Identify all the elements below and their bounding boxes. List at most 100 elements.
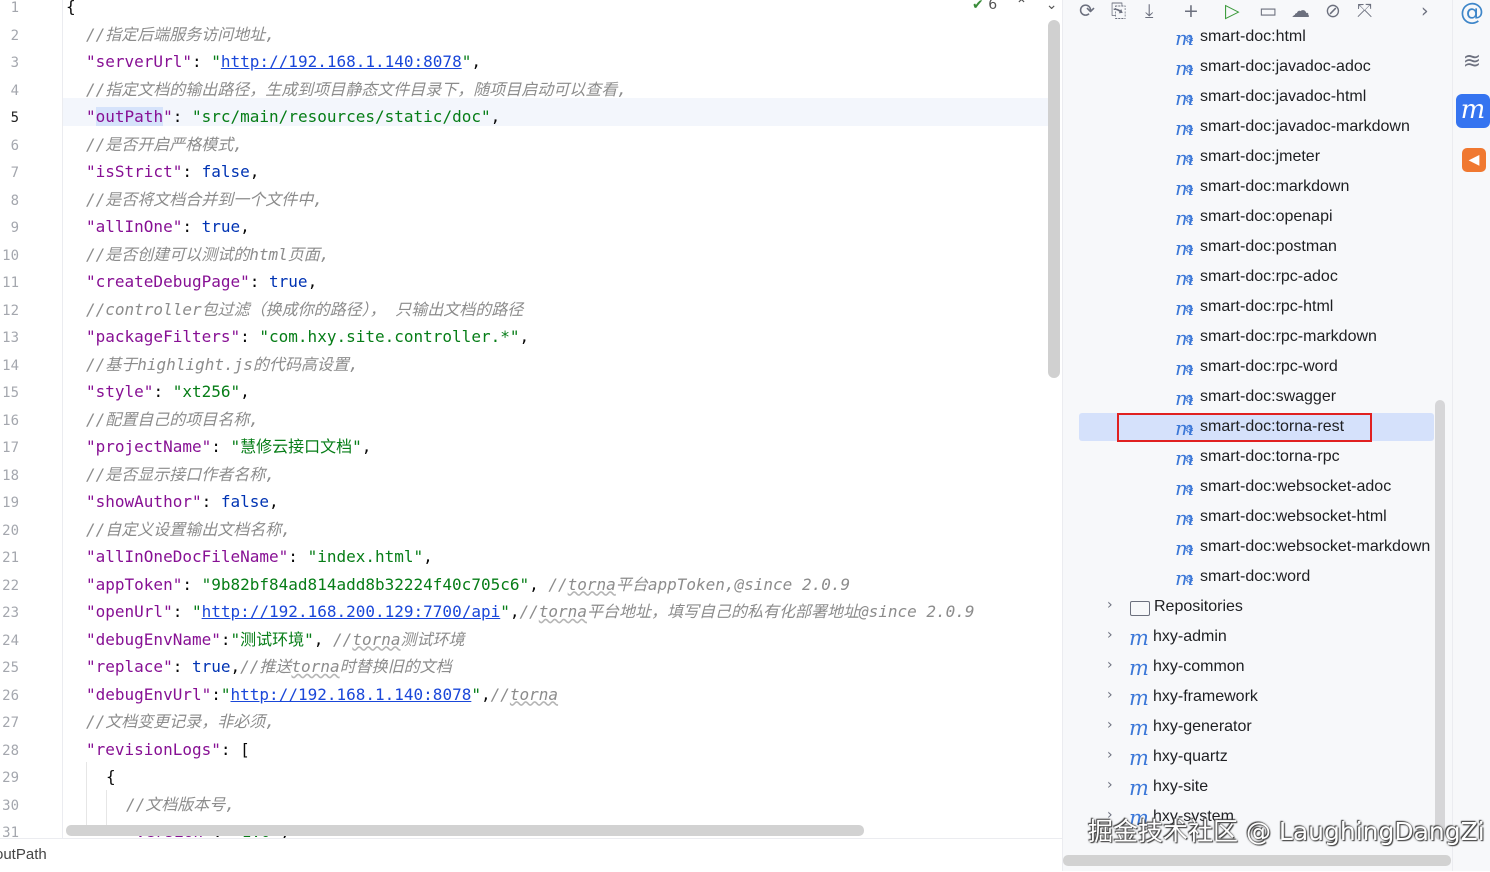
collapse-icon[interactable]: ⤧ (1357, 0, 1372, 22)
chevron-right-icon[interactable]: › (1107, 687, 1113, 703)
line-number[interactable]: 8 (0, 191, 19, 211)
code-line[interactable]: "isStrict": false, (86, 162, 259, 182)
tree-item-goal[interactable]: m ⚙ smart-doc:rpc-adoc (1063, 263, 1433, 293)
tree-item-goal[interactable]: m ⚙ smart-doc:swagger (1063, 383, 1433, 413)
code-editor[interactable]: 1 2 3 4 5 6 7 8 9 10 11 12 13 14 15 16 17 18 19 20 21 22 23 24 2… (0, 0, 1062, 838)
add-icon[interactable]: + (1183, 0, 1199, 22)
generate-sources-icon[interactable]: ⎘ (1111, 0, 1126, 22)
code-line[interactable]: { (106, 767, 116, 787)
line-number[interactable]: 30 (0, 796, 19, 816)
code-line[interactable]: //是否显示接口作者名称, (86, 465, 275, 485)
code-line[interactable]: //指定文档的输出路径，生成到项目静态文件目录下，随项目启动可以查看, (86, 80, 627, 100)
tree-item-goal[interactable]: m ⚙ smart-doc:websocket-html (1063, 503, 1433, 533)
line-number[interactable]: 19 (0, 493, 19, 513)
code-line[interactable]: //文档版本号, (126, 795, 235, 815)
code-line[interactable]: { (66, 0, 76, 17)
tree-item-module[interactable]: › m hxy-common (1063, 653, 1433, 683)
tree-item-repositories[interactable]: › Repositories (1063, 593, 1433, 623)
line-number[interactable]: 16 (0, 411, 19, 431)
code-line[interactable]: "serverUrl": "http://192.168.1.140:8078"… (86, 52, 481, 72)
line-number[interactable]: 7 (0, 163, 19, 183)
skip-tests-icon[interactable]: ⊘ (1325, 0, 1341, 22)
chevron-right-icon[interactable]: › (1107, 627, 1113, 643)
code-line[interactable]: //是否创建可以测试的html页面, (86, 245, 329, 265)
tree-item-goal[interactable]: m ⚙ smart-doc:postman (1063, 233, 1433, 263)
code-line[interactable]: //指定后端服务访问地址, (86, 25, 275, 45)
code-line[interactable]: "createDebugPage": true, (86, 272, 317, 292)
panel-horizontal-scrollbar[interactable] (1063, 855, 1451, 866)
tree-item-goal[interactable]: m ⚙ smart-doc:html (1063, 23, 1433, 53)
maven-tool-window[interactable]: ⟳ ⎘ ⤓ + ▷ ▭ ☁ ⊘ ⤧ › m ⚙ smart-doc:html m ⚙ sm… (1062, 0, 1453, 871)
line-number[interactable]: 1 (0, 0, 19, 18)
offline-mode-icon[interactable]: ☁ (1291, 0, 1310, 22)
line-number[interactable]: 2 (0, 26, 19, 46)
tree-item-goal[interactable]: m ⚙ smart-doc:websocket-adoc (1063, 473, 1433, 503)
tree-item-module[interactable]: › m hxy-site (1063, 773, 1433, 803)
code-line[interactable]: "replace": true,//推送torna时替换旧的文档 (86, 657, 452, 677)
code-line[interactable]: "projectName": "慧修云接口文档", (86, 437, 371, 457)
tree-item-module[interactable]: › m hxy-framework (1063, 683, 1433, 713)
line-number[interactable]: 12 (0, 301, 19, 321)
tree-item-goal[interactable]: m ⚙ smart-doc:websocket-markdown (1063, 533, 1433, 563)
line-number[interactable]: 25 (0, 658, 19, 678)
code-line[interactable]: "revisionLogs": [ (86, 740, 250, 760)
line-number[interactable]: 13 (0, 328, 19, 348)
panel-vertical-scrollbar[interactable] (1435, 400, 1445, 840)
line-number[interactable]: 28 (0, 741, 19, 761)
line-number[interactable]: 17 (0, 438, 19, 458)
code-line[interactable]: "allInOneDocFileName": "index.html", (86, 547, 433, 567)
tree-item-goal[interactable]: m ⚙ smart-doc:javadoc-markdown (1063, 113, 1433, 143)
tree-item-goal[interactable]: m ⚙ smart-doc:jmeter (1063, 143, 1433, 173)
reload-icon[interactable]: ⟳ (1079, 0, 1095, 22)
chevron-right-icon[interactable]: › (1107, 717, 1113, 733)
database-icon[interactable]: ≋ (1458, 48, 1486, 76)
code-line[interactable]: //文档变更记录，非必须, (86, 712, 275, 732)
breadcrumb[interactable]: outPath (0, 846, 47, 863)
code-line[interactable]: //是否将文档合并到一个文件中, (86, 190, 323, 210)
code-line[interactable]: "allInOne": true, (86, 217, 250, 237)
tree-item-goal[interactable]: m ⚙ smart-doc:javadoc-adoc (1063, 53, 1433, 83)
code-line[interactable]: "debugEnvName":"测试环境", //torna测试环境 (86, 630, 465, 650)
code-line[interactable]: "openUrl": "http://192.168.200.129:7700/… (86, 602, 975, 622)
code-line[interactable]: //是否开启严格模式, (86, 135, 243, 155)
execute-goal-icon[interactable]: ▭ (1259, 0, 1277, 22)
line-number[interactable]: 26 (0, 686, 19, 706)
tree-item-goal[interactable]: m ⚙ smart-doc:rpc-word (1063, 353, 1433, 383)
editor-vertical-scrollbar[interactable] (1048, 20, 1060, 378)
tree-item-module[interactable]: › m hxy-admin (1063, 623, 1433, 653)
chevron-right-icon[interactable]: › (1107, 777, 1113, 793)
code-line[interactable]: "outPath": "src/main/resources/static/do… (86, 107, 500, 127)
tree-item-goal[interactable]: m ⚙ smart-doc:rpc-html (1063, 293, 1433, 323)
line-number[interactable]: 3 (0, 53, 19, 73)
chevron-right-icon[interactable]: › (1107, 597, 1113, 613)
maven-icon[interactable]: m (1456, 94, 1490, 128)
code-line[interactable]: //自定义设置输出文档名称, (86, 520, 291, 540)
tree-item-goal[interactable]: m ⚙ smart-doc:javadoc-html (1063, 83, 1433, 113)
line-number[interactable]: 15 (0, 383, 19, 403)
tree-item-goal[interactable]: m ⚙ smart-doc:rpc-markdown (1063, 323, 1433, 353)
tree-item-goal[interactable]: m ⚙ smart-doc:torna-rpc (1063, 443, 1433, 473)
line-number[interactable]: 10 (0, 246, 19, 266)
line-number[interactable]: 27 (0, 713, 19, 733)
line-number[interactable]: 24 (0, 631, 19, 651)
line-number[interactable]: 31 (0, 823, 19, 838)
line-number[interactable]: 5 (0, 108, 19, 128)
notifications-icon[interactable]: ◀ (1462, 148, 1486, 172)
line-number[interactable]: 22 (0, 576, 19, 596)
prev-highlight-icon[interactable]: ⌃ (1016, 0, 1028, 13)
code-line[interactable]: "appToken": "9b82bf84ad814add8b32224f40c… (86, 575, 850, 595)
chevron-right-icon[interactable]: › (1421, 0, 1429, 22)
tree-item-module[interactable]: › m hxy-generator (1063, 713, 1433, 743)
line-number[interactable]: 11 (0, 273, 19, 293)
code-line[interactable]: "debugEnvUrl":"http://192.168.1.140:8078… (86, 685, 558, 705)
line-number[interactable]: 9 (0, 218, 19, 238)
code-line[interactable]: //controller包过滤（换成你的路径）， 只输出文档的路径 (86, 300, 523, 320)
code-line[interactable]: "style": "xt256", (86, 382, 250, 402)
code-line[interactable]: "packageFilters": "com.hxy.site.controll… (86, 327, 529, 347)
line-number-gutter[interactable]: 1 2 3 4 5 6 7 8 9 10 11 12 13 14 15 16 17 18 19 20 21 22 23 24 2… (0, 0, 62, 838)
line-number[interactable]: 4 (0, 81, 19, 101)
code-line[interactable]: //配置自己的项目名称, (86, 410, 259, 430)
code-line[interactable]: //基于highlight.js的代码高设置, (86, 355, 359, 375)
chevron-right-icon[interactable]: › (1107, 657, 1113, 673)
line-number[interactable]: 21 (0, 548, 19, 568)
